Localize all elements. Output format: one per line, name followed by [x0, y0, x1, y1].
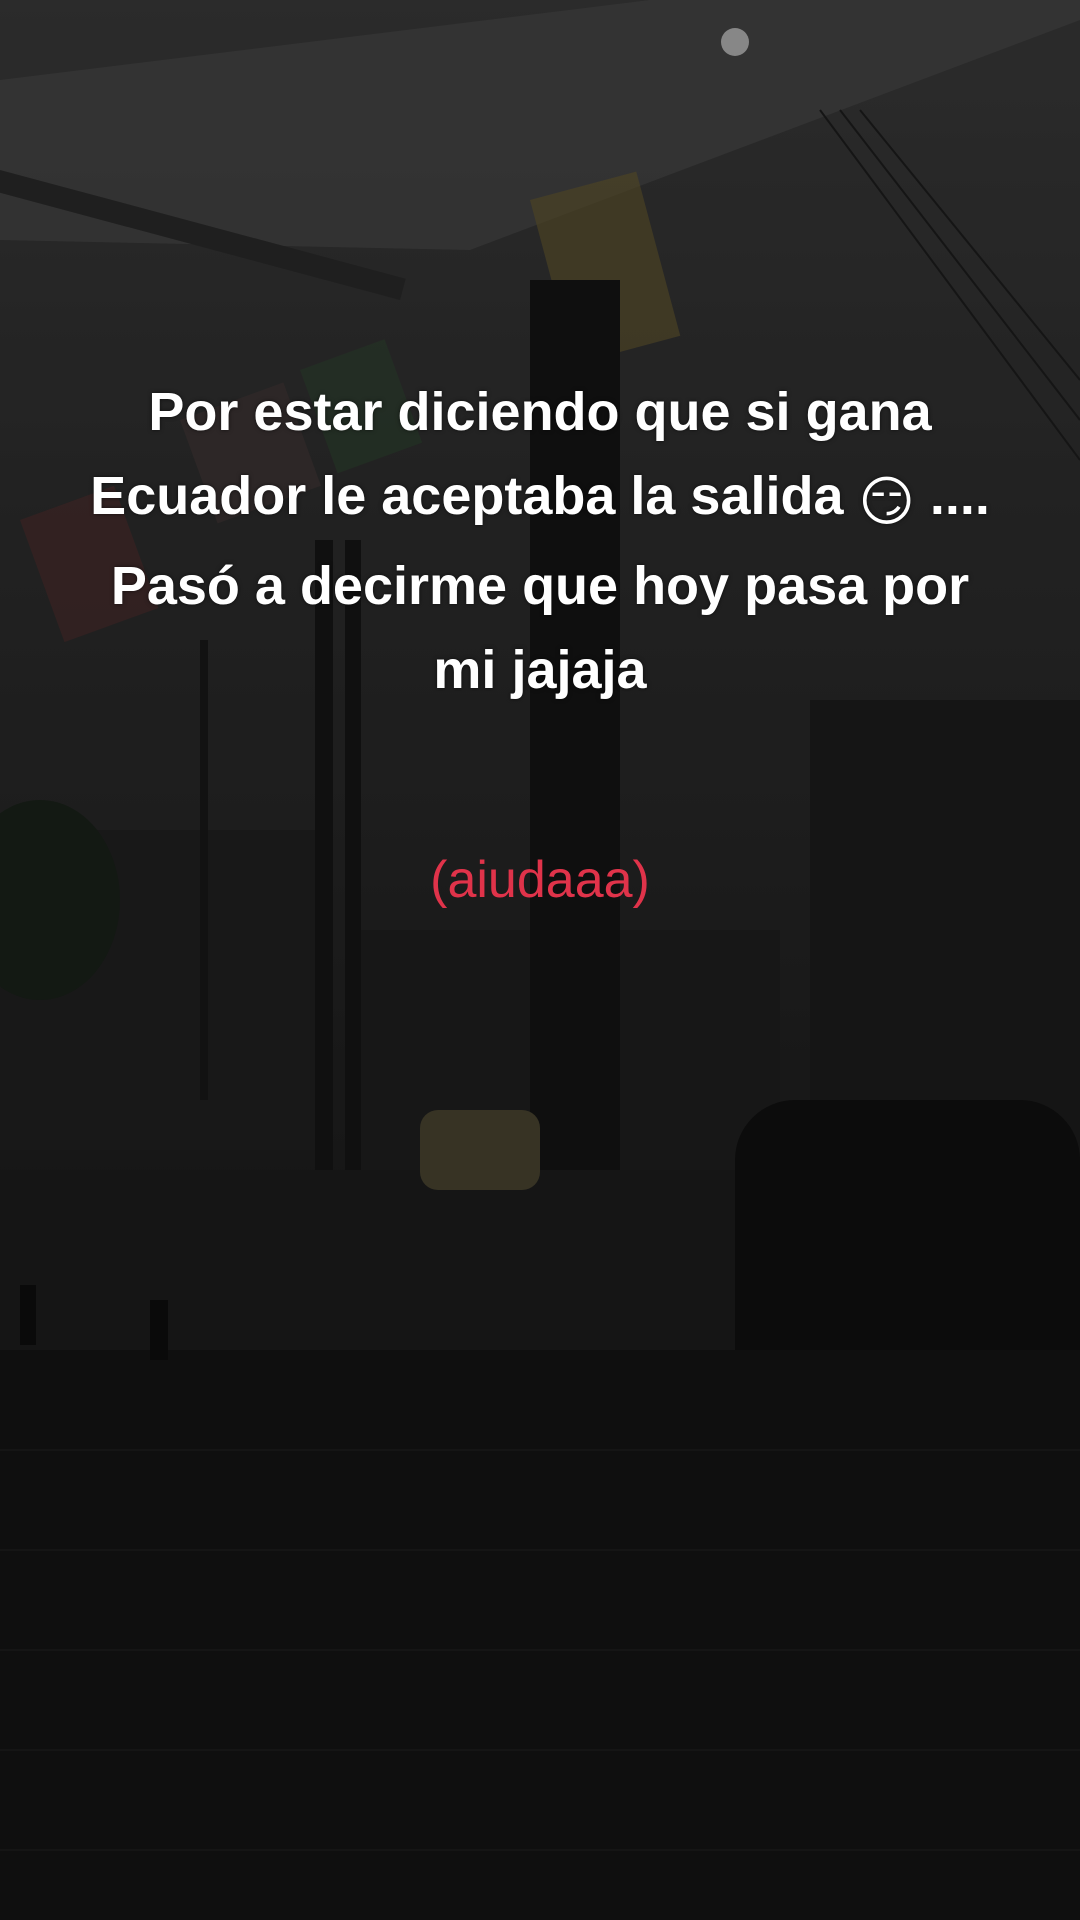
- caption-line-4: mi jajaja: [433, 640, 647, 700]
- caption-text: Por estar diciendo que si gana Ecuador l…: [40, 370, 1040, 712]
- smirking-face-emoji-icon: 😏: [858, 472, 915, 532]
- caption-line-2-suffix: ....: [914, 466, 990, 526]
- rainy-street-scene: [0, 0, 1080, 1920]
- caption-line-2-text: Ecuador le aceptaba la salida: [90, 466, 859, 526]
- subcaption-text: (aiudaaa): [430, 851, 650, 909]
- background-photo: Por estar diciendo que si gana Ecuador l…: [0, 0, 1080, 1920]
- caption-line-3: Pasó a decirme que hoy pasa por: [110, 556, 970, 616]
- caption-line-2: Ecuador le aceptaba la salida 😏 ....: [40, 454, 1040, 544]
- caption-line-1: Por estar diciendo que si gana: [148, 382, 932, 442]
